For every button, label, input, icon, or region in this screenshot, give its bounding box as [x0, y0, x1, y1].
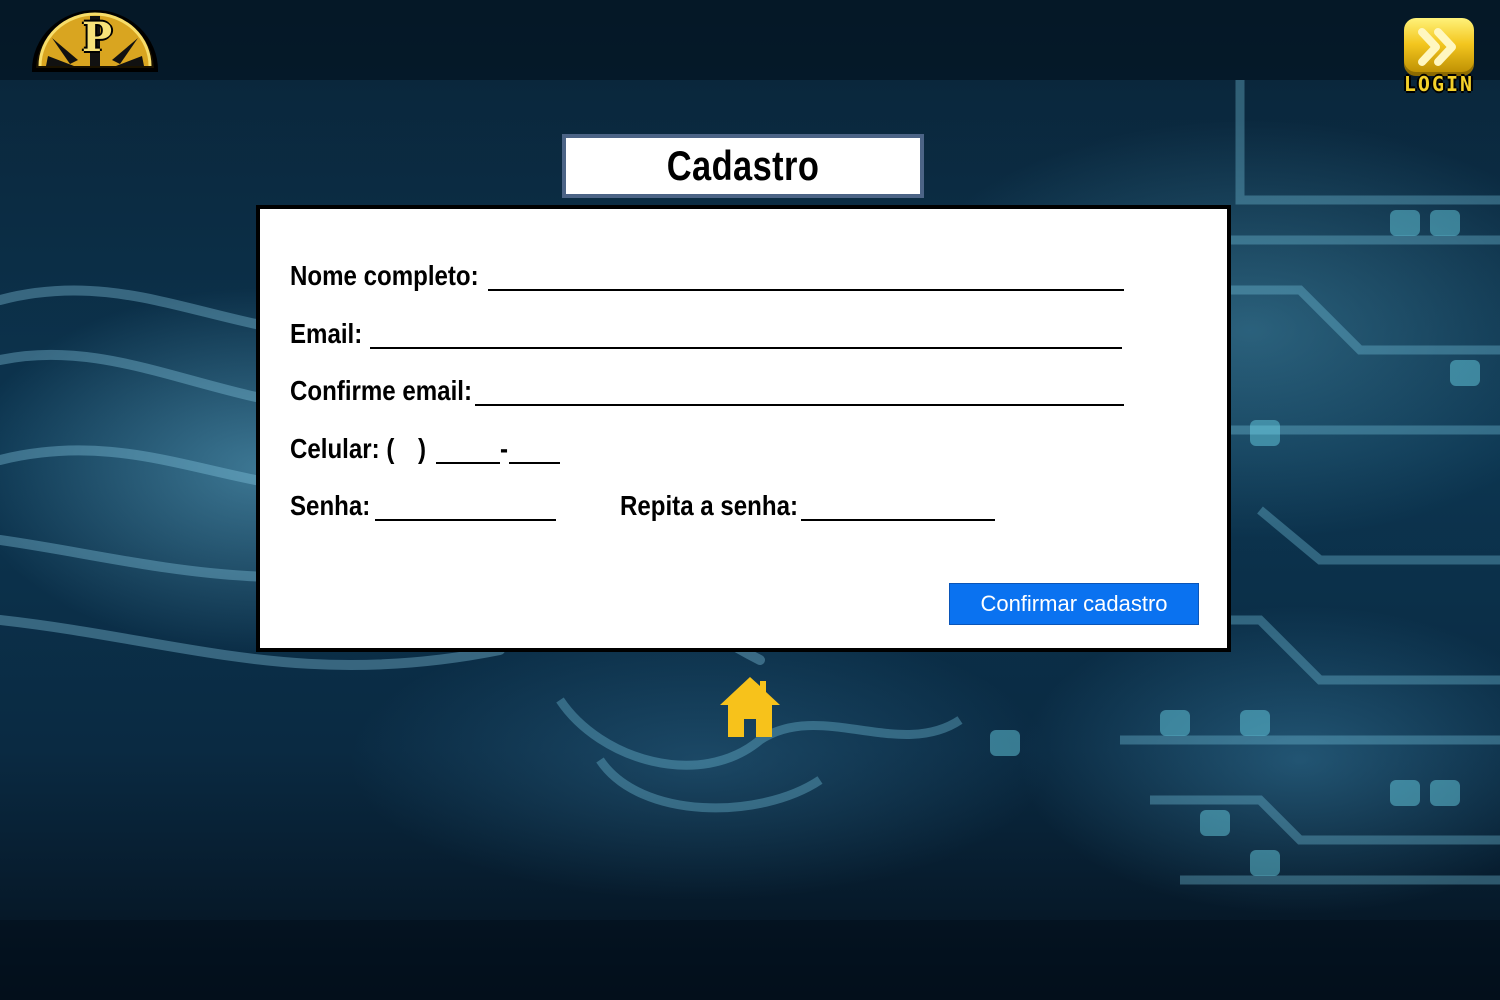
confirm-email-row: Confirme email: — [290, 375, 1124, 406]
home-icon — [720, 677, 780, 737]
bottom-bar — [0, 920, 1500, 1000]
logo-icon[interactable]: P — [30, 8, 160, 74]
phone-suffix-input[interactable] — [509, 436, 560, 464]
senha-input[interactable] — [375, 493, 556, 521]
email-input[interactable] — [370, 321, 1122, 349]
repita-senha-input[interactable] — [801, 493, 995, 521]
page-title: Cadastro — [666, 142, 820, 189]
form-title-inner: Cadastro — [566, 138, 920, 194]
double-chevron-right-icon — [1404, 18, 1474, 76]
celular-close-paren: ) — [418, 433, 427, 464]
senha-label: Senha: — [290, 490, 371, 521]
nome-input[interactable] — [488, 263, 1124, 291]
senha-row: Senha: Repita a senha: — [290, 490, 995, 521]
email-label: Email: — [290, 318, 363, 349]
home-button[interactable] — [718, 675, 782, 739]
login-label: LOGIN — [1403, 72, 1475, 96]
top-bar — [0, 0, 1500, 80]
repita-senha-label: Repita a senha: — [620, 490, 798, 521]
celular-label: Celular: ( — [290, 433, 395, 464]
celular-row: Celular: ( ) - — [290, 433, 560, 464]
ddd-input[interactable] — [400, 436, 420, 464]
logo-letter: P — [82, 14, 113, 61]
nome-row: Nome completo: — [290, 260, 1124, 291]
email-row: Email: — [290, 318, 1122, 349]
confirm-registration-button[interactable]: Confirmar cadastro — [949, 583, 1199, 625]
login-button[interactable]: LOGIN — [1396, 18, 1482, 96]
nome-label: Nome completo: — [290, 260, 479, 291]
celular-dash: - — [500, 433, 509, 464]
confirm-email-label: Confirme email: — [290, 375, 472, 406]
form-title-box: Cadastro — [562, 134, 924, 198]
registration-form: Nome completo: Email: Confirme email: Ce… — [256, 205, 1231, 652]
phone-prefix-input[interactable] — [436, 436, 500, 464]
confirm-email-input[interactable] — [475, 378, 1124, 406]
